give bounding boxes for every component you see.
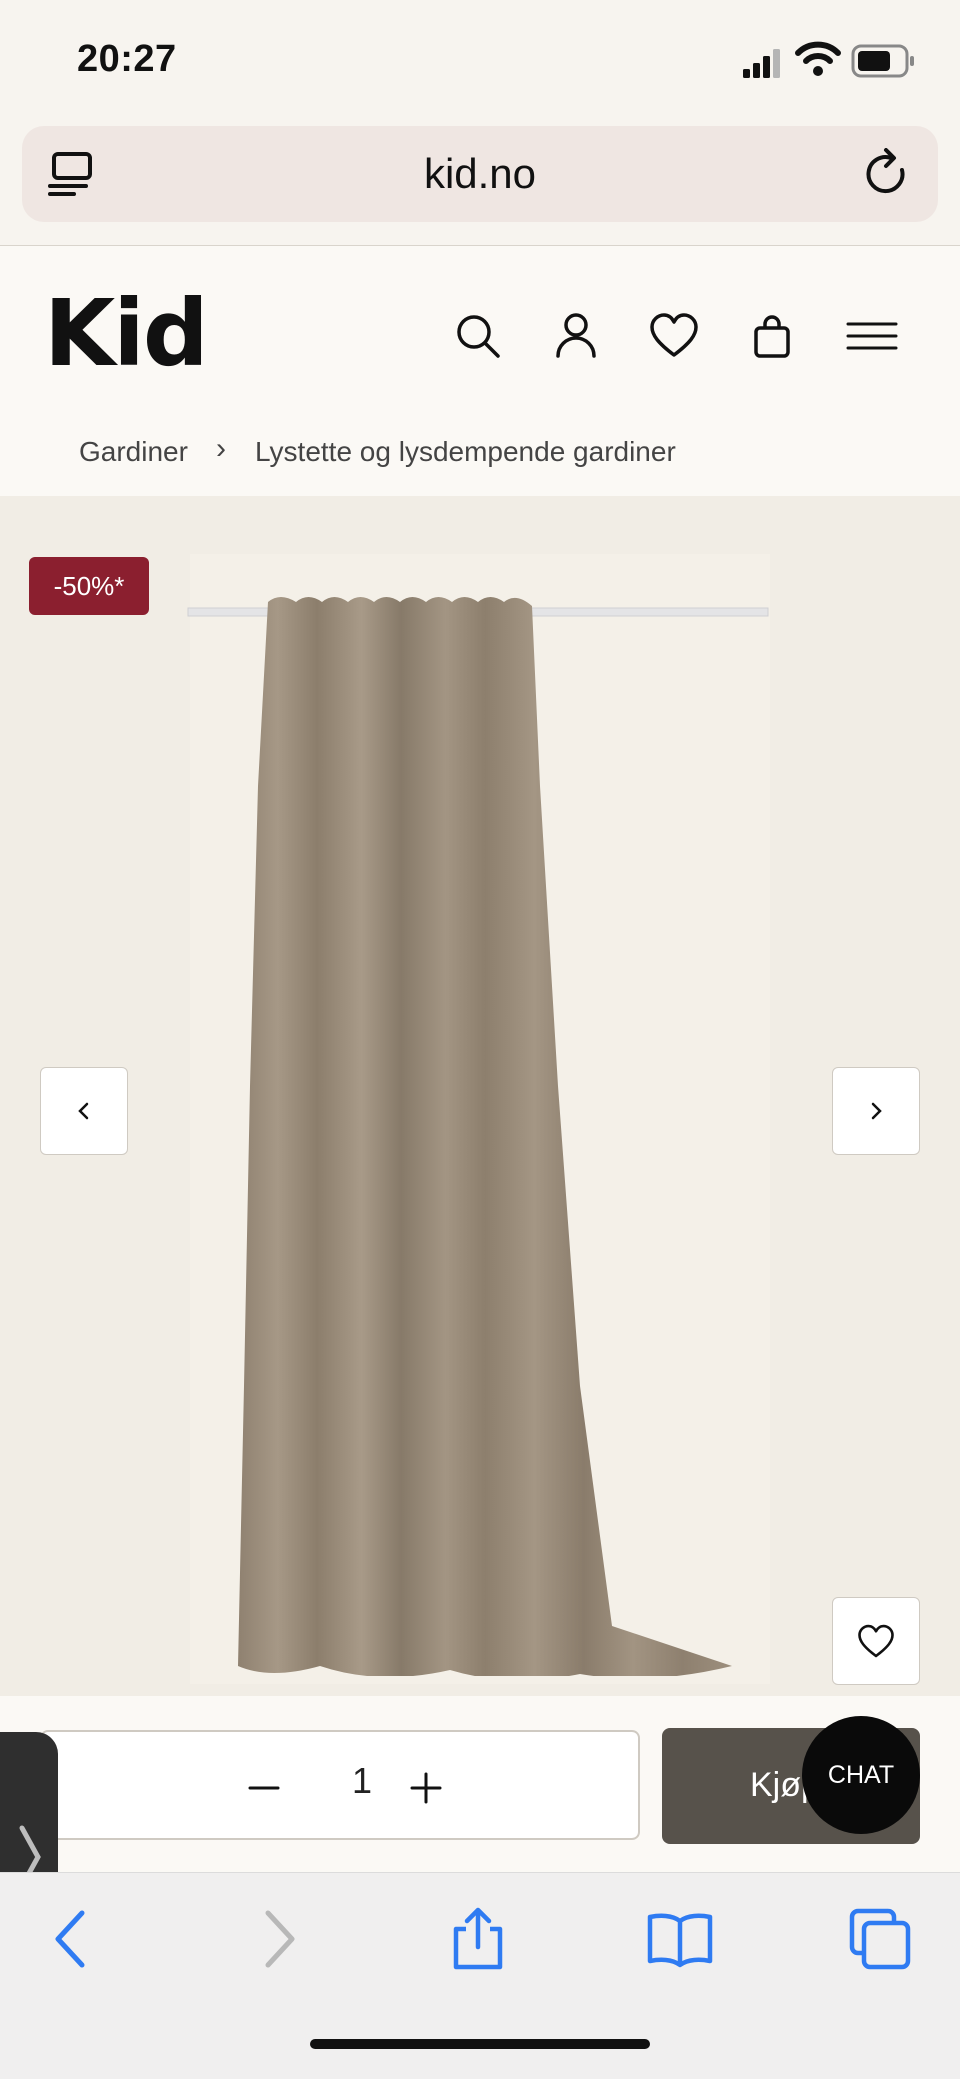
address-bar[interactable]: kid.no bbox=[22, 126, 938, 222]
account-icon[interactable] bbox=[550, 310, 602, 362]
heart-icon bbox=[858, 1624, 894, 1658]
back-icon[interactable] bbox=[40, 1907, 104, 1971]
chevron-right-icon bbox=[871, 1102, 882, 1120]
signal-icon bbox=[743, 49, 780, 78]
gallery-prev-button[interactable] bbox=[40, 1067, 128, 1155]
discount-badge: -50%* bbox=[29, 557, 149, 615]
increase-quantity-button[interactable] bbox=[404, 1766, 448, 1810]
bag-icon[interactable] bbox=[746, 310, 798, 362]
home-indicator bbox=[310, 2039, 650, 2049]
heart-icon[interactable] bbox=[648, 310, 700, 362]
url-text[interactable]: kid.no bbox=[22, 150, 938, 198]
breadcrumb-separator: › bbox=[216, 432, 226, 465]
forward-icon[interactable] bbox=[246, 1907, 310, 1971]
share-icon[interactable] bbox=[446, 1907, 510, 1971]
quantity-stepper: 1 bbox=[40, 1730, 640, 1840]
product-image bbox=[187, 597, 769, 1676]
menu-icon[interactable] bbox=[844, 310, 900, 362]
reload-icon[interactable] bbox=[862, 148, 912, 200]
gallery-next-button[interactable] bbox=[832, 1067, 920, 1155]
site-header: Kid Gardiner › Lystette og lysdempende g… bbox=[0, 246, 960, 496]
breadcrumb-item[interactable]: Lystette og lysdempende gardiner bbox=[255, 436, 676, 468]
status-bar: 20:27 bbox=[0, 0, 960, 120]
battery-icon bbox=[851, 44, 914, 78]
browser-toolbar bbox=[0, 1872, 960, 2079]
decrease-quantity-button[interactable] bbox=[242, 1766, 286, 1810]
purchase-bar: 1 Kjøp CHAT bbox=[0, 1696, 960, 1872]
tabs-icon[interactable] bbox=[848, 1907, 912, 1971]
search-icon[interactable] bbox=[452, 310, 504, 362]
site-logo[interactable]: Kid bbox=[44, 280, 209, 387]
breadcrumb-item[interactable]: Gardiner bbox=[79, 436, 188, 468]
add-to-wishlist-button[interactable] bbox=[832, 1597, 920, 1685]
chat-button[interactable]: CHAT bbox=[802, 1716, 920, 1834]
quantity-value[interactable]: 1 bbox=[342, 1760, 382, 1802]
wifi-icon bbox=[795, 41, 841, 76]
chevron-left-icon bbox=[78, 1102, 89, 1120]
product-gallery: -50%* bbox=[0, 496, 960, 1696]
status-time: 20:27 bbox=[77, 38, 177, 80]
bookmarks-icon[interactable] bbox=[646, 1907, 714, 1971]
